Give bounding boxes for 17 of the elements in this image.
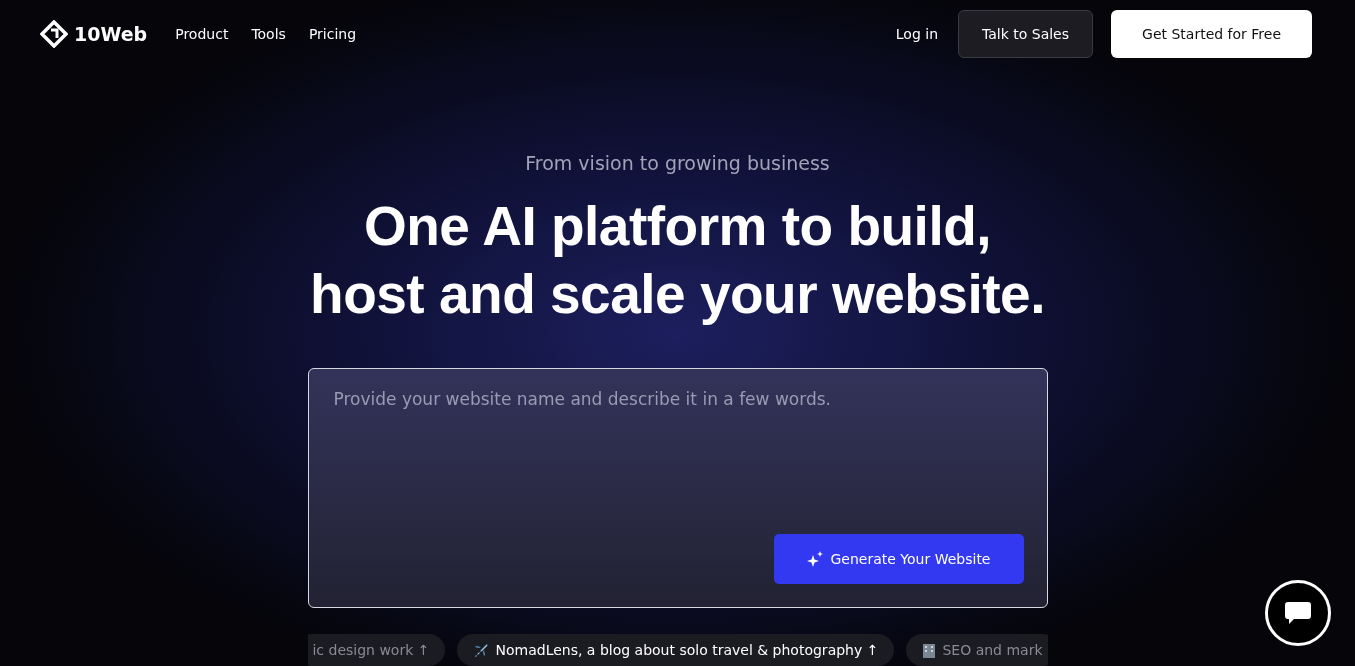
example-chip[interactable]: SEO and mark: [906, 634, 1048, 666]
nav-link[interactable]: Tools: [251, 26, 286, 42]
get-started-button[interactable]: Get Started for Free: [1111, 10, 1312, 58]
logo-icon: [40, 20, 68, 48]
example-chip[interactable]: ic design work ↑: [307, 634, 446, 666]
generate-button[interactable]: Generate Your Website: [773, 534, 1024, 585]
sparkle-icon: [806, 551, 823, 568]
hero-eyebrow: From vision to growing business: [525, 152, 830, 174]
login-link[interactable]: Log in: [895, 26, 938, 42]
building-icon: [922, 642, 937, 659]
brand-name[interactable]: 10Web: [74, 23, 148, 45]
nav-link[interactable]: Product: [175, 26, 229, 42]
chat-icon: [1284, 600, 1312, 626]
nav-link[interactable]: Pricing: [308, 26, 357, 42]
example-chip[interactable]: NomadLens, a blog about solo travel & photography ↑: [457, 634, 895, 666]
talk-to-sales-button[interactable]: Talk to Sales: [958, 10, 1094, 58]
hero-title: One AI platform to build, host and scale your website.: [310, 194, 1045, 327]
